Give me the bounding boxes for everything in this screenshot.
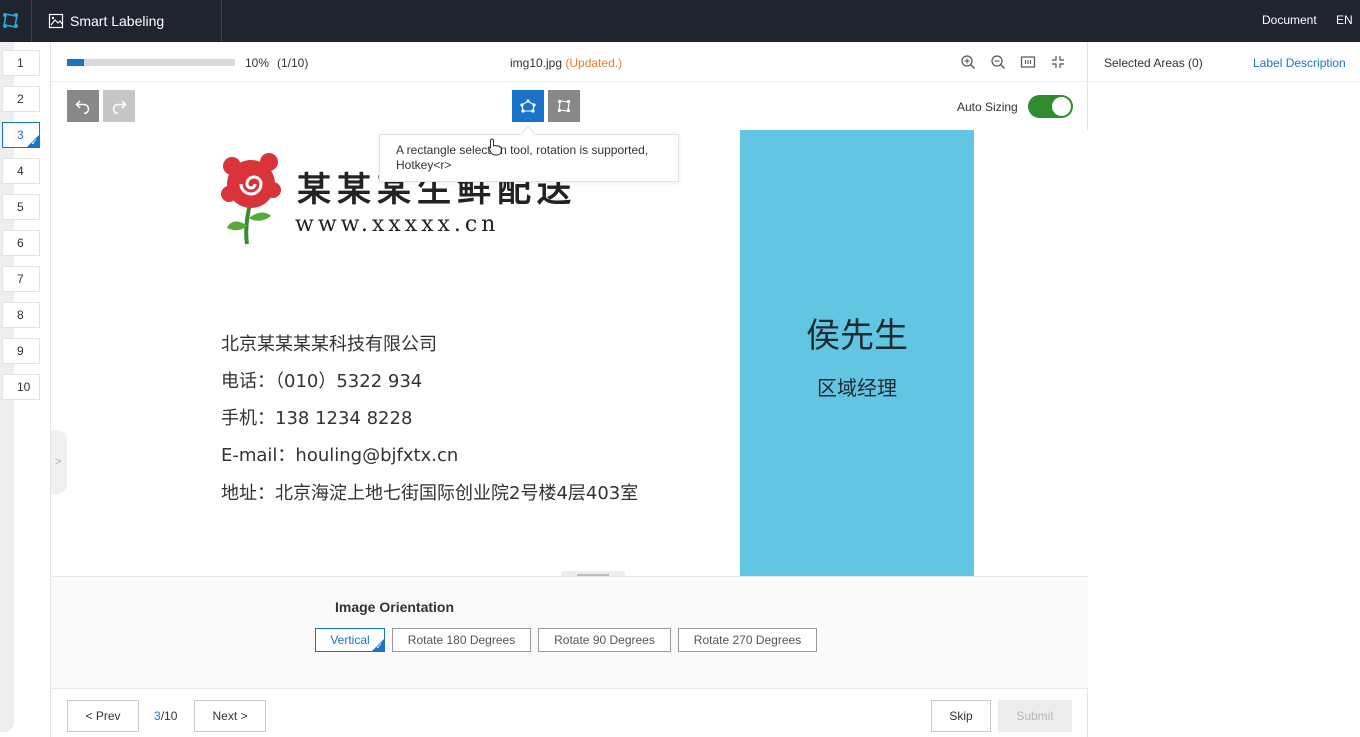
thumbnail-item[interactable]: 4 xyxy=(2,158,40,184)
thumbnail-item[interactable]: 2 xyxy=(2,86,40,112)
thumbnail-item[interactable]: 10 xyxy=(2,374,40,400)
flower-logo-icon xyxy=(221,153,281,245)
label-description-link[interactable]: Label Description xyxy=(1253,56,1346,70)
selected-areas-count: Selected Areas (0) xyxy=(1104,56,1203,70)
submit-button[interactable]: Submit xyxy=(998,700,1072,732)
progress-count: (1/10) xyxy=(277,56,309,70)
image-icon xyxy=(48,13,64,29)
orientation-rotate-180-option[interactable]: Rotate 180 Degrees xyxy=(392,628,531,652)
redo-button[interactable] xyxy=(103,90,135,122)
zoom-out-icon[interactable] xyxy=(990,54,1006,70)
skip-button[interactable]: Skip xyxy=(931,700,991,732)
zoom-in-icon[interactable] xyxy=(960,54,976,70)
annotation-toolbar: Auto Sizing xyxy=(51,82,1089,130)
undo-button[interactable] xyxy=(67,90,99,122)
auto-sizing-toggle[interactable] xyxy=(1028,95,1073,118)
card-website: www.xxxxx.cn xyxy=(295,212,500,237)
thumbnail-item[interactable]: 8 xyxy=(2,302,40,328)
tool-tooltip: A rectangle selection tool, rotation is … xyxy=(379,134,679,182)
right-panel: Selected Areas (0) Label Description xyxy=(1088,42,1360,737)
chevron-right-icon: > xyxy=(55,456,62,468)
card-mobile: 手机：138 1234 8228 xyxy=(221,408,413,429)
orientation-rotate-90-option[interactable]: Rotate 90 Degrees xyxy=(538,628,671,652)
document-link[interactable]: Document xyxy=(1262,13,1317,27)
card-person-name: 侯先生 xyxy=(806,316,908,356)
file-status: (Updated.) xyxy=(565,56,623,70)
thumbnail-item[interactable]: 6 xyxy=(2,230,40,256)
expand-panel-tab[interactable]: > xyxy=(51,430,67,494)
main-workspace: 10% (1/10) img10.jpg (Updated.) Auto Siz… xyxy=(50,42,1089,737)
card-blue-panel: 侯先生 区域经理 xyxy=(740,130,974,576)
fit-to-screen-icon[interactable] xyxy=(1020,54,1036,70)
footer-bar: < Prev 3/10 Next > Skip Submit xyxy=(51,689,1089,737)
orientation-rotate-270-option[interactable]: Rotate 270 Degrees xyxy=(678,628,817,652)
next-button[interactable]: Next > xyxy=(194,700,266,732)
hand-pointer-icon xyxy=(488,138,502,156)
check-icon: ✓ xyxy=(30,137,38,147)
rect-tool-button[interactable] xyxy=(548,90,580,122)
rotated-rect-icon xyxy=(557,99,571,113)
topbar-divider xyxy=(221,0,222,42)
polygon-tool-button[interactable] xyxy=(512,90,544,122)
thumbnail-item[interactable]: 7 xyxy=(2,266,40,292)
orientation-title: Image Orientation xyxy=(335,599,455,615)
card-address: 地址：北京海淀上地七街国际创业院2号楼4层403室 xyxy=(221,483,639,504)
prev-button[interactable]: < Prev xyxy=(67,700,139,732)
right-panel-header: Selected Areas (0) Label Description xyxy=(1088,42,1360,82)
redo-icon xyxy=(112,100,127,114)
card-phone: 电话：（010）5322 934 xyxy=(221,371,423,392)
file-name: img10.jpg (Updated.) xyxy=(510,56,623,70)
topbar-divider xyxy=(31,0,32,42)
app-title: Smart Labeling xyxy=(70,13,165,29)
labeling-logo-icon[interactable] xyxy=(0,10,22,32)
thumbnail-item-active[interactable]: 3 ✓ xyxy=(2,122,40,148)
auto-sizing-label: Auto Sizing xyxy=(957,100,1018,114)
card-company-name: 北京某某某某科技有限公司 xyxy=(221,334,437,355)
orientation-vertical-option[interactable]: Vertical ✓ xyxy=(315,628,385,652)
check-icon: ✓ xyxy=(375,641,383,651)
progress-percent: 10% xyxy=(245,56,270,70)
toggle-knob xyxy=(1052,97,1071,116)
thumbnail-item[interactable]: 9 xyxy=(2,338,40,364)
undo-icon xyxy=(75,100,90,114)
page-indicator: 3/10 xyxy=(154,709,178,723)
progress-bar-fill xyxy=(67,59,84,66)
collapse-icon[interactable] xyxy=(1050,54,1066,70)
thumbnail-item[interactable]: 5 xyxy=(2,194,40,220)
thumbnail-item[interactable]: 1 xyxy=(2,50,40,76)
progress-row: 10% (1/10) img10.jpg (Updated.) xyxy=(51,42,1089,82)
top-bar: Smart Labeling Document EN xyxy=(0,0,1360,42)
orientation-panel: Image Orientation Vertical ✓ Rotate 180 … xyxy=(51,576,1089,689)
polygon-select-icon xyxy=(520,99,536,113)
card-email: E-mail：houling@bjfxtx.cn xyxy=(221,445,459,466)
card-person-position: 区域经理 xyxy=(817,376,897,400)
progress-bar xyxy=(67,59,235,66)
language-switch[interactable]: EN xyxy=(1336,13,1353,27)
